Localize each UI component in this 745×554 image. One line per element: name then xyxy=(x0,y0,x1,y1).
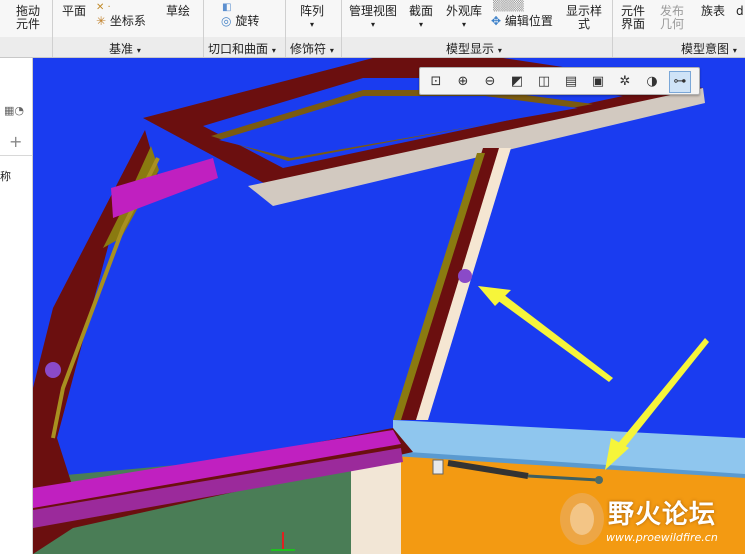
graphics-viewport[interactable] xyxy=(33,58,745,554)
revolve-button[interactable]: ◎ 旋转 xyxy=(221,15,259,28)
appearance-gallery-label: 外观库 xyxy=(446,4,483,18)
family-table-button[interactable]: 族表 xyxy=(701,5,725,18)
modifiers-dropdown-icon: ▾ xyxy=(329,46,334,55)
drag-components-label: 拖动 元件 xyxy=(16,4,41,31)
display-style-label: 显示样 式 xyxy=(566,4,603,31)
zoom-in-icon[interactable]: ⊕ xyxy=(452,71,474,93)
datum-display-icon[interactable]: ✲ xyxy=(614,71,636,93)
view-manager-icon[interactable]: ▣ xyxy=(587,71,609,93)
appearance-gallery-dropdown-icon: ▾ xyxy=(462,20,467,29)
point-icon[interactable]: ✕ · xyxy=(96,0,111,14)
ribbon: 拖动 元件 平面 ✕ · ✳ 坐标系 草绘 ◧ ◎ 旋转 阵列 ▾ 管理视图 ▾ 截… xyxy=(0,0,745,38)
tree-filter-icon[interactable]: ▦◔ xyxy=(4,104,26,122)
view-style-icon[interactable]: ◫ xyxy=(533,71,555,93)
display-style-button[interactable]: 显示样 式 xyxy=(566,5,602,31)
edit-position-icon: ✥ xyxy=(491,14,502,28)
section-label: 截面 xyxy=(409,4,434,18)
watermark-text: 野火论坛 xyxy=(608,500,717,530)
publish-geometry-button[interactable]: 发布 几何 xyxy=(660,5,684,31)
model-display-group[interactable]: 模型显示 ▾ xyxy=(446,40,502,57)
repaint-icon[interactable]: ◩ xyxy=(506,71,528,93)
modifiers-group-label: 修饰符 xyxy=(290,42,327,56)
pattern-dropdown-icon: ▾ xyxy=(310,20,315,29)
model-intent-group-label: 模型意图 xyxy=(681,42,730,56)
model-display-group-label: 模型显示 xyxy=(446,42,495,56)
pattern-button[interactable]: 阵列 ▾ xyxy=(300,5,324,31)
zoom-out-icon[interactable]: ⊖ xyxy=(479,71,501,93)
sketch-button[interactable]: 草绘 xyxy=(166,5,190,18)
revolve-icon: ◎ xyxy=(221,14,232,28)
coordinate-system-icon: ✳ xyxy=(96,14,107,28)
explode-view-icon[interactable]: ▒▒▒▒ xyxy=(493,0,524,13)
model-display-dropdown-icon: ▾ xyxy=(497,46,502,55)
publish-geometry-label: 发布 几何 xyxy=(660,4,685,31)
datum-group-label: 基准 xyxy=(109,42,134,56)
tree-column-header: 称 xyxy=(0,170,11,183)
model-render xyxy=(33,58,745,554)
cut-and-surface-group-label: 切口和曲面 xyxy=(208,42,269,56)
cut-and-surface-group[interactable]: 切口和曲面 ▾ xyxy=(208,40,276,57)
pattern-label: 阵列 xyxy=(300,4,325,18)
section-dropdown-icon: ▾ xyxy=(419,20,424,29)
pivot-bolt xyxy=(45,362,61,378)
add-column-icon[interactable]: + xyxy=(9,132,22,151)
ribbon-group-labels: 基准 ▾ 切口和曲面 ▾ 修饰符 ▾ 模型显示 ▾ 模型意图 ▾ xyxy=(0,37,745,58)
zoom-window-icon[interactable]: ⊡ xyxy=(425,71,447,93)
front-strut-face xyxy=(416,148,511,420)
model-intent-dropdown-icon: ▾ xyxy=(732,46,737,55)
ribbon-separator xyxy=(285,0,286,57)
gas-spring-end xyxy=(595,476,603,484)
overflow-tool-label: d xyxy=(736,4,744,18)
revolve-label: 旋转 xyxy=(235,14,260,28)
plane-label: 平面 xyxy=(62,4,87,18)
pivot-bolt xyxy=(458,269,472,283)
manage-views-dropdown-icon: ▾ xyxy=(371,20,376,29)
datum-group-dropdown-icon: ▾ xyxy=(136,46,141,55)
component-interface-button[interactable]: 元件 界面 xyxy=(621,5,645,31)
cut-and-surface-dropdown-icon: ▾ xyxy=(271,46,276,55)
watermark-url: www.proewildfire.cn xyxy=(606,531,718,544)
model-intent-group[interactable]: 模型意图 ▾ xyxy=(681,40,737,57)
plane-button[interactable]: 平面 xyxy=(62,5,86,18)
overflow-tool-button[interactable]: d xyxy=(736,5,744,18)
edit-position-button[interactable]: ✥ 编辑位置 xyxy=(491,15,553,28)
spin-center-icon[interactable]: ⊶ xyxy=(669,71,691,93)
ribbon-separator xyxy=(52,0,53,57)
extrude-icon[interactable]: ◧ xyxy=(222,0,231,14)
manage-views-label: 管理视图 xyxy=(349,4,398,18)
family-table-label: 族表 xyxy=(701,4,726,18)
saved-views-icon[interactable]: ▤ xyxy=(560,71,582,93)
view-toolbar: ⊡ ⊕ ⊖ ◩ ◫ ▤ ▣ ✲ ◑ ⊶ xyxy=(419,67,700,95)
ribbon-separator xyxy=(341,0,342,57)
model-tree-panel: ▦◔ + 称 xyxy=(0,58,33,554)
spring-mount xyxy=(432,459,444,475)
sketch-label: 草绘 xyxy=(166,4,191,18)
ribbon-separator xyxy=(612,0,613,57)
edit-position-label: 编辑位置 xyxy=(504,14,553,28)
ribbon-separator xyxy=(203,0,204,57)
component-interface-label: 元件 界面 xyxy=(621,4,646,31)
coordinate-system-button[interactable]: ✳ 坐标系 xyxy=(96,15,146,28)
datum-group[interactable]: 基准 ▾ xyxy=(109,40,141,57)
flame-logo-inner xyxy=(570,503,594,535)
section-button[interactable]: 截面 ▾ xyxy=(409,5,433,31)
manage-views-button[interactable]: 管理视图 ▾ xyxy=(349,5,397,31)
appearance-gallery-button[interactable]: 外观库 ▾ xyxy=(446,5,482,31)
coordinate-system-label: 坐标系 xyxy=(109,14,146,28)
annotation-display-icon[interactable]: ◑ xyxy=(641,71,663,93)
drag-components-button[interactable]: 拖动 元件 xyxy=(16,5,40,31)
modifiers-group[interactable]: 修饰符 ▾ xyxy=(290,40,334,57)
tree-divider xyxy=(0,155,32,156)
